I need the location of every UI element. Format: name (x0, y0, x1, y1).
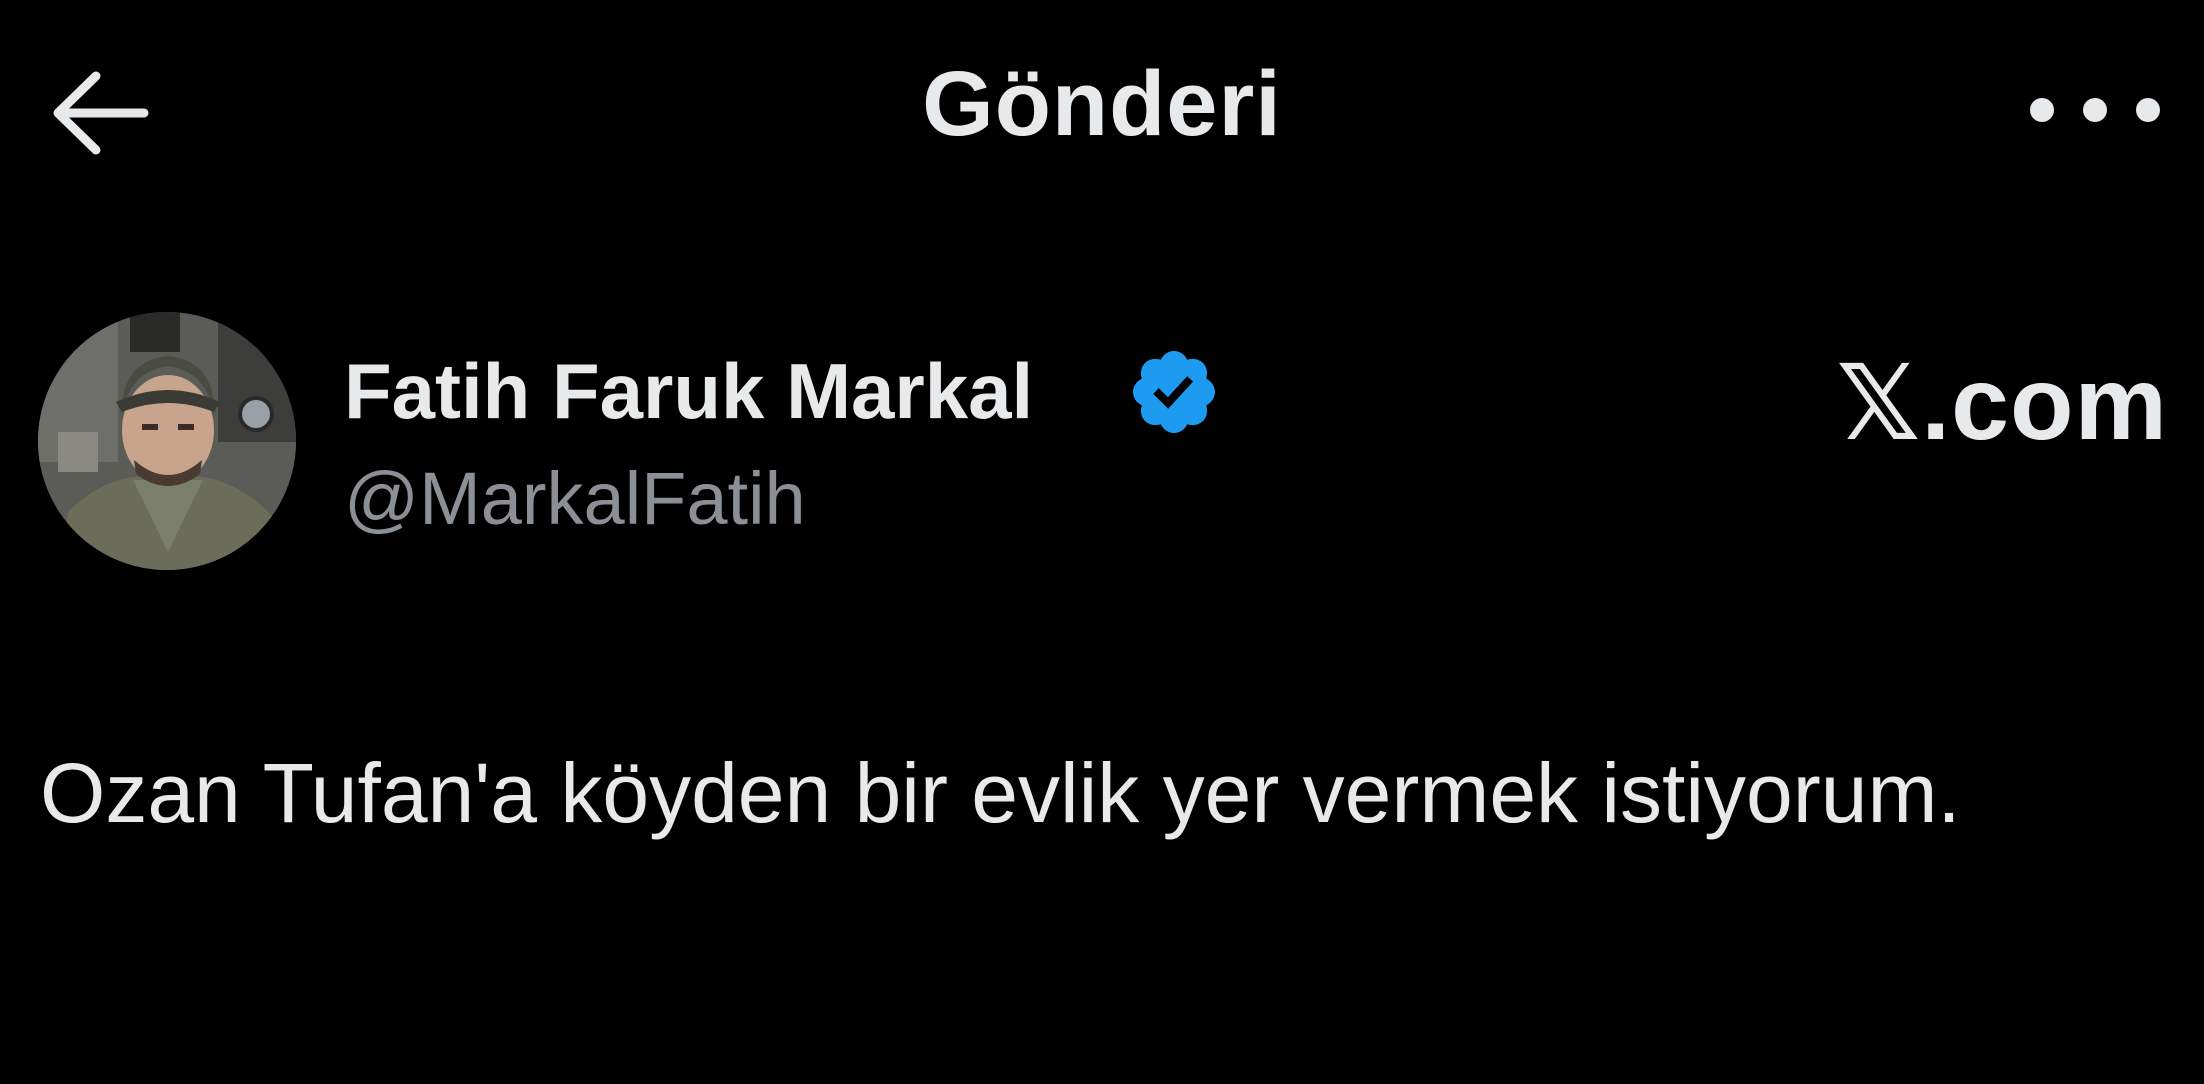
avatar-photo (38, 312, 296, 570)
author-handle[interactable]: @MarkalFatih (344, 456, 806, 541)
more-dot (2083, 98, 2107, 122)
more-dot (2136, 98, 2160, 122)
more-options-button[interactable] (2030, 80, 2160, 140)
source-watermark: 𝕏.com (1836, 346, 2168, 462)
more-horizontal-icon (2030, 98, 2054, 122)
post-author: Fatih Faruk Markal @MarkalFatih 𝕏.com (38, 306, 2168, 576)
avatar[interactable] (38, 312, 296, 570)
top-navigation-bar: Gönderi (0, 0, 2204, 224)
author-display-name[interactable]: Fatih Faruk Markal (344, 346, 1033, 437)
post-text: Ozan Tufan'a köyden bir evlik yer vermek… (40, 746, 1961, 840)
page-title: Gönderi (922, 53, 1282, 155)
verified-badge-icon (1133, 351, 1215, 433)
